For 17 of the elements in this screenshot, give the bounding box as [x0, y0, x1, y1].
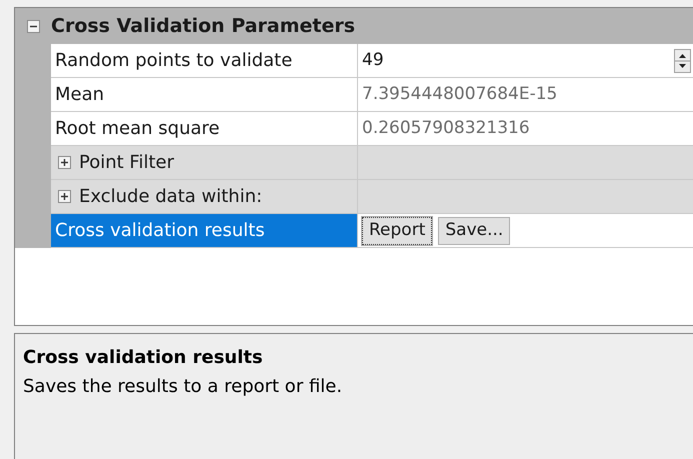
value-text: 0.26057908321316: [362, 116, 530, 140]
spinner-icon[interactable]: [674, 48, 691, 72]
value-field[interactable]: 49: [362, 48, 674, 74]
help-text: Saves the results to a report or file.: [23, 375, 344, 399]
property-group[interactable]: Point Filter: [51, 146, 358, 179]
collapse-icon[interactable]: [26, 20, 40, 32]
value-text: 7.3954448007684E-15: [362, 82, 558, 106]
property-group[interactable]: Exclude data within:: [51, 180, 358, 213]
help-title: Cross validation results: [23, 346, 264, 370]
group-label: Exclude data within:: [79, 185, 262, 209]
expand-icon[interactable]: [58, 190, 71, 203]
expand-icon[interactable]: [58, 156, 71, 169]
action-button[interactable]: Report: [362, 216, 432, 244]
property-label[interactable]: Cross validation results: [51, 214, 358, 247]
action-button[interactable]: Save...: [438, 216, 510, 244]
section-title: Cross Validation Parameters: [51, 14, 356, 39]
group-label: Point Filter: [79, 151, 174, 175]
